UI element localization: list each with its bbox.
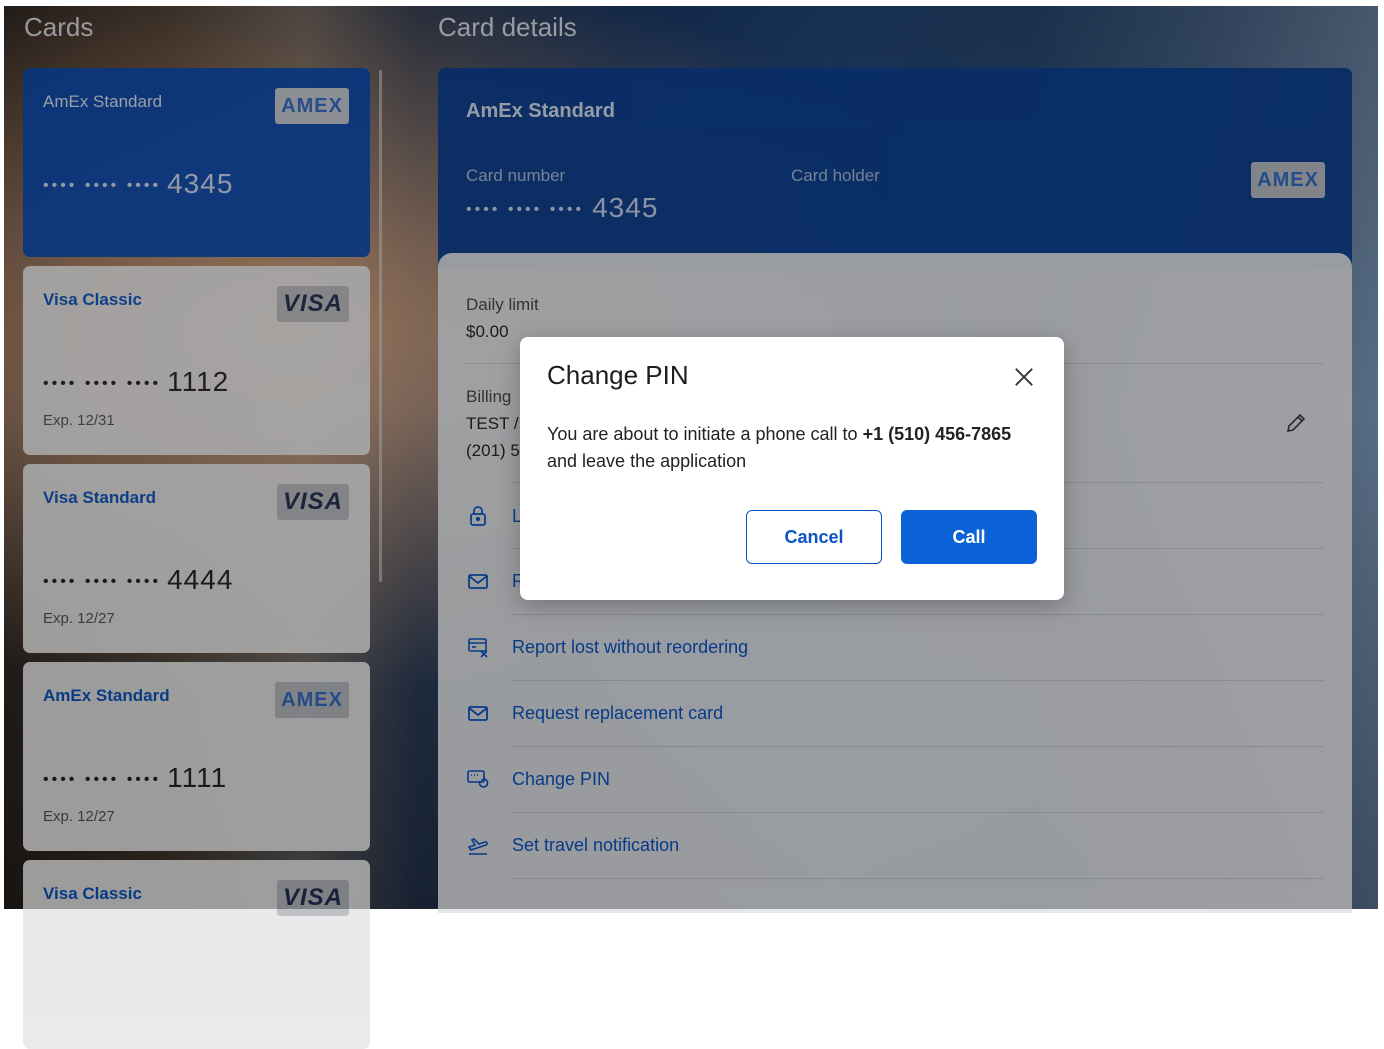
phone-number: +1 (510) 456-7865 — [862, 424, 1012, 444]
change-pin-dialog: Change PIN You are about to initiate a p… — [520, 337, 1064, 600]
call-button[interactable]: Call — [901, 510, 1037, 564]
cancel-button[interactable]: Cancel — [746, 510, 882, 564]
close-icon[interactable] — [1010, 363, 1038, 391]
dialog-message: You are about to initiate a phone call t… — [547, 421, 1047, 475]
message-suffix: and leave the application — [547, 451, 747, 471]
message-prefix: You are about to initiate a phone call t… — [547, 424, 863, 444]
dialog-title: Change PIN — [547, 360, 689, 390]
